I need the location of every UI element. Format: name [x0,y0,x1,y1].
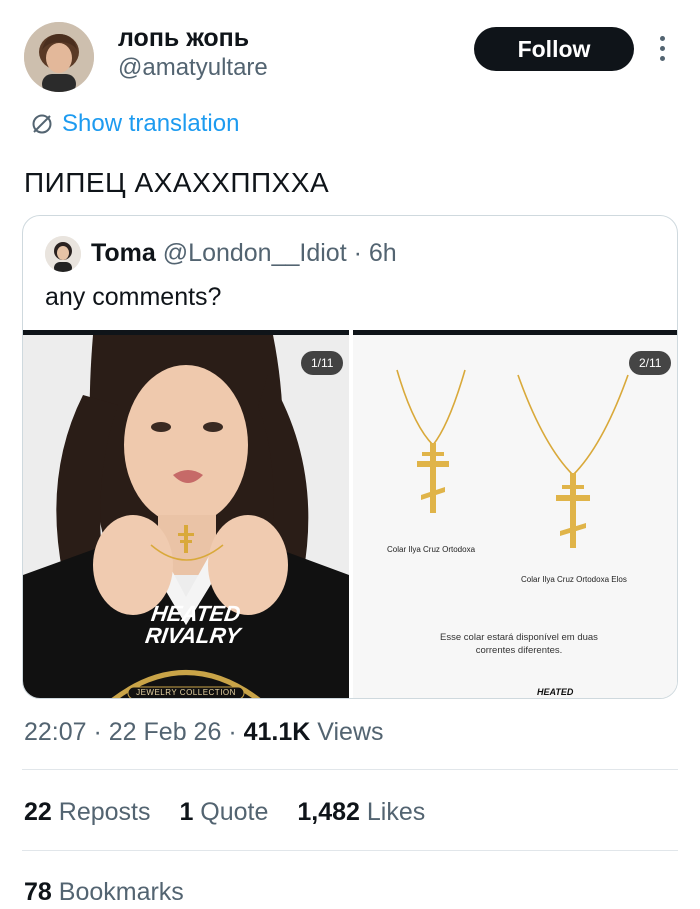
likes-stat[interactable]: 1,482 Likes [297,798,425,826]
quote-author-avatar[interactable] [45,236,81,272]
quote-text: any comments? [45,283,222,311]
shirt-text: HEATED RIVALRY [143,601,245,648]
shirt-text-line-1: HEATED [149,601,243,626]
author-avatar[interactable] [24,22,94,92]
author-handle[interactable]: @amatyultare [118,54,268,82]
media-image-2[interactable]: 2/11 Colar Ilya Cruz Ortodoxa Colar Ilya… [353,330,677,698]
product-description: Esse colar estará disponível em duas cor… [440,632,598,656]
reposts-count: 22 [24,798,52,826]
quote-header: Toma @London__Idiot · 6h [91,238,397,268]
bookmarks-count: 78 [24,878,52,906]
media-image-1[interactable]: 1/11 HEATED RIVALRY JEWELRY COLLECTION [23,330,349,698]
show-translation-label: Show translation [62,110,240,137]
quote-author-handle[interactable]: @London__Idiot [163,239,347,267]
divider-2 [22,850,678,851]
reposts-stat[interactable]: 22 Reposts [24,798,150,826]
engagement-stats: 22 Reposts 1 Quote 1,482 Likes [24,796,447,828]
quote-media-grid: 1/11 HEATED RIVALRY JEWELRY COLLECTION 2… [23,330,677,698]
more-options-icon[interactable] [655,36,669,66]
quote-author-name[interactable]: Toma [91,239,156,267]
product-footer-logo: HEATED [537,687,574,697]
reposts-label: Reposts [58,798,151,826]
tweet-date[interactable]: 22 Feb 26 [109,718,222,746]
tweet-meta: 22:07 · 22 Feb 26 · 41.1K Views [24,716,384,748]
quote-time[interactable]: 6h [369,239,397,267]
divider-1 [22,769,678,770]
quoted-tweet[interactable]: Toma @London__Idiot · 6h any comments? 1… [22,215,678,699]
product-caption-1: Colar Ilya Cruz Ortodoxa [387,545,476,554]
translate-icon [32,114,52,134]
likes-count: 1,482 [297,798,360,826]
follow-button[interactable]: Follow [474,27,634,71]
author-name[interactable]: лопь жопь [118,24,249,52]
quotes-count: 1 [179,798,194,826]
bookmarks-label: Bookmarks [58,878,184,906]
media-counter-2: 2/11 [629,351,672,375]
quotes-stat[interactable]: 1 Quote [179,798,268,826]
views-count: 41.1K [243,718,311,746]
media-counter-1: 1/11 [301,351,344,375]
tweet-text: ПИПЕЦ АХАХХППХХА [24,167,330,198]
quote-avatar-image [45,236,81,272]
jewelry-collection-label: JEWELRY COLLECTION [136,688,236,697]
avatar-image [24,22,94,92]
meta-separator-1: · [86,718,109,746]
quotes-label: Quote [200,798,269,826]
views-label: Views [310,718,384,746]
likes-label: Likes [366,798,426,826]
quote-separator: · [353,239,362,267]
product-caption-2: Colar Ilya Cruz Ortodoxa Elos [521,575,627,584]
bookmarks-stat[interactable]: 78 Bookmarks [24,876,184,908]
show-translation-link[interactable]: Show translation [30,110,239,138]
shirt-text-line-2: RIVALRY [143,623,242,648]
tweet-time[interactable]: 22:07 [24,718,87,746]
meta-separator-2: · [221,718,244,746]
